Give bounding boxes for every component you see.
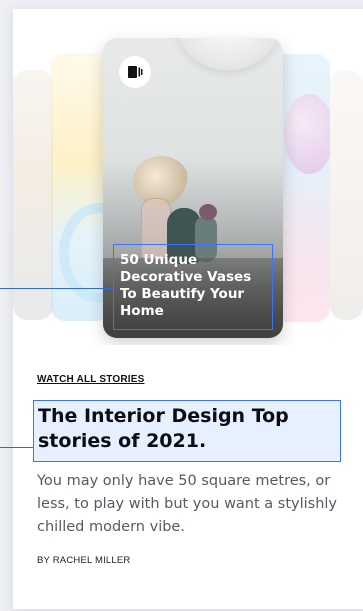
watch-all-stories-link[interactable]: WATCH ALL STORIES: [37, 374, 144, 385]
page-title: The Interior Design Top stories of 2021.: [38, 405, 289, 452]
page-background: 50 Unique Decorative Vases To Beautify Y…: [0, 0, 363, 611]
headline-container: The Interior Design Top stories of 2021.: [33, 400, 341, 462]
story-description: You may only have 50 square metres, or l…: [37, 473, 338, 535]
card-image-decor: [284, 94, 330, 174]
author-byline: BY RACHEL MILLER: [37, 555, 131, 566]
card-image-lamp: [173, 38, 283, 70]
story-icon[interactable]: [119, 56, 151, 88]
stories-carousel[interactable]: 50 Unique Decorative Vases To Beautify Y…: [0, 0, 363, 345]
story-card-left[interactable]: [51, 53, 111, 321]
card-image-flowers: [199, 204, 217, 220]
story-card-far-left[interactable]: [13, 70, 53, 320]
annotation-line: [0, 288, 113, 289]
story-card-far-right[interactable]: [330, 70, 363, 320]
story-card-active[interactable]: 50 Unique Decorative Vases To Beautify Y…: [103, 38, 283, 338]
annotation-line: [0, 447, 33, 448]
story-card-title: 50 Unique Decorative Vases To Beautify Y…: [113, 244, 273, 330]
story-stack-icon: [128, 66, 143, 78]
